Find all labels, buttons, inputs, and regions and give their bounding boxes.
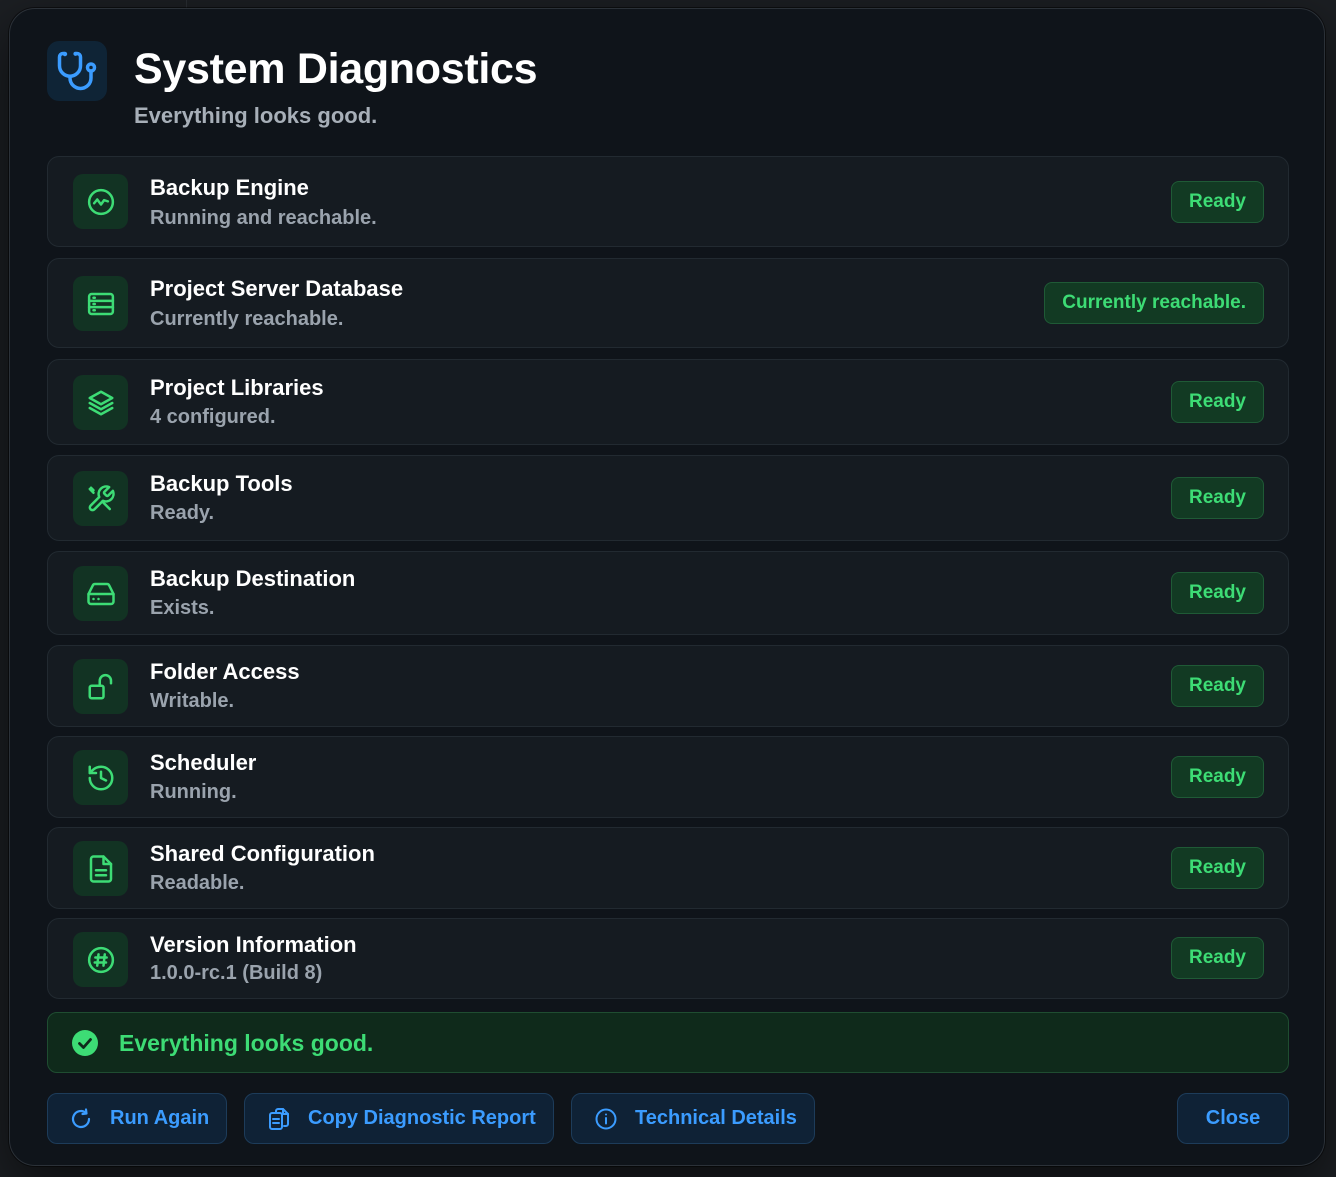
status-badge: Ready bbox=[1170, 847, 1264, 889]
status-badge: Ready bbox=[1170, 181, 1264, 223]
copy-icon bbox=[267, 1107, 291, 1131]
status-badge: Ready bbox=[1170, 477, 1264, 519]
diagnostic-row-scheduler: Scheduler Running. Ready bbox=[47, 736, 1289, 818]
diagnostic-row-backup-tools: Backup Tools Ready. Ready bbox=[47, 455, 1289, 541]
row-detail: Running. bbox=[150, 781, 237, 803]
row-detail: Currently reachable. bbox=[150, 308, 344, 330]
row-detail: Exists. bbox=[150, 597, 215, 619]
close-button[interactable]: Close bbox=[1177, 1093, 1289, 1144]
status-badge: Ready bbox=[1170, 665, 1264, 707]
diagnostic-row-backup-destination: Backup Destination Exists. Ready bbox=[47, 551, 1289, 635]
status-badge: Currently reachable. bbox=[1044, 282, 1264, 324]
layers-icon bbox=[73, 375, 128, 430]
diagnostic-row-project-server-database: Project Server Database Currently reacha… bbox=[47, 258, 1289, 348]
summary-text: Everything looks good. bbox=[119, 1030, 374, 1056]
technical-details-label: Technical Details bbox=[635, 1107, 797, 1129]
row-name: Folder Access bbox=[150, 659, 300, 684]
diagnostic-row-version-information: Version Information 1.0.0-rc.1 (Build 8)… bbox=[47, 918, 1289, 999]
row-name: Backup Engine bbox=[150, 175, 309, 200]
diagnostic-row-backup-engine: Backup Engine Running and reachable. Rea… bbox=[47, 156, 1289, 247]
stethoscope-icon bbox=[47, 41, 107, 101]
row-detail: Readable. bbox=[150, 872, 245, 894]
summary-banner: Everything looks good. bbox=[47, 1012, 1289, 1073]
dialog-header: System Diagnostics Everything looks good… bbox=[47, 41, 1287, 141]
run-again-label: Run Again bbox=[110, 1107, 210, 1129]
diagnostic-row-shared-configuration: Shared Configuration Readable. Ready bbox=[47, 827, 1289, 909]
hard-drive-icon bbox=[73, 566, 128, 621]
history-icon bbox=[73, 750, 128, 805]
diagnostic-row-folder-access: Folder Access Writable. Ready bbox=[47, 645, 1289, 727]
tools-icon bbox=[73, 471, 128, 526]
row-name: Scheduler bbox=[150, 750, 257, 775]
info-icon bbox=[594, 1107, 618, 1131]
backdrop-divider bbox=[186, 0, 187, 8]
row-detail: Writable. bbox=[150, 690, 235, 712]
status-badge: Ready bbox=[1170, 756, 1264, 798]
row-detail: 4 configured. bbox=[150, 406, 276, 428]
server-icon bbox=[73, 276, 128, 331]
unlock-icon bbox=[73, 659, 128, 714]
copy-diagnostic-report-button[interactable]: Copy Diagnostic Report bbox=[244, 1093, 554, 1144]
row-detail: Running and reachable. bbox=[150, 207, 377, 229]
copy-report-label: Copy Diagnostic Report bbox=[308, 1107, 536, 1129]
hash-icon bbox=[73, 932, 128, 987]
row-detail: 1.0.0-rc.1 (Build 8) bbox=[150, 962, 323, 984]
status-badge: Ready bbox=[1170, 937, 1264, 979]
status-badge: Ready bbox=[1170, 572, 1264, 614]
activity-icon bbox=[73, 174, 128, 229]
row-name: Shared Configuration bbox=[150, 841, 375, 866]
technical-details-button[interactable]: Technical Details bbox=[571, 1093, 815, 1144]
diagnostic-row-project-libraries: Project Libraries 4 configured. Ready bbox=[47, 359, 1289, 445]
row-name: Project Libraries bbox=[150, 375, 324, 400]
row-name: Backup Tools bbox=[150, 471, 293, 496]
run-again-button[interactable]: Run Again bbox=[47, 1093, 227, 1144]
check-circle-icon bbox=[72, 1030, 98, 1056]
page-subtitle: Everything looks good. bbox=[134, 103, 378, 128]
row-name: Backup Destination bbox=[150, 566, 356, 591]
status-badge: Ready bbox=[1170, 381, 1264, 423]
row-name: Version Information bbox=[150, 932, 357, 957]
row-detail: Ready. bbox=[150, 502, 215, 524]
row-name: Project Server Database bbox=[150, 276, 404, 301]
page-title: System Diagnostics bbox=[134, 45, 538, 93]
close-label: Close bbox=[1205, 1107, 1261, 1129]
diagnostics-dialog: System Diagnostics Everything looks good… bbox=[9, 8, 1325, 1166]
refresh-icon bbox=[69, 1107, 93, 1131]
file-icon bbox=[73, 841, 128, 896]
